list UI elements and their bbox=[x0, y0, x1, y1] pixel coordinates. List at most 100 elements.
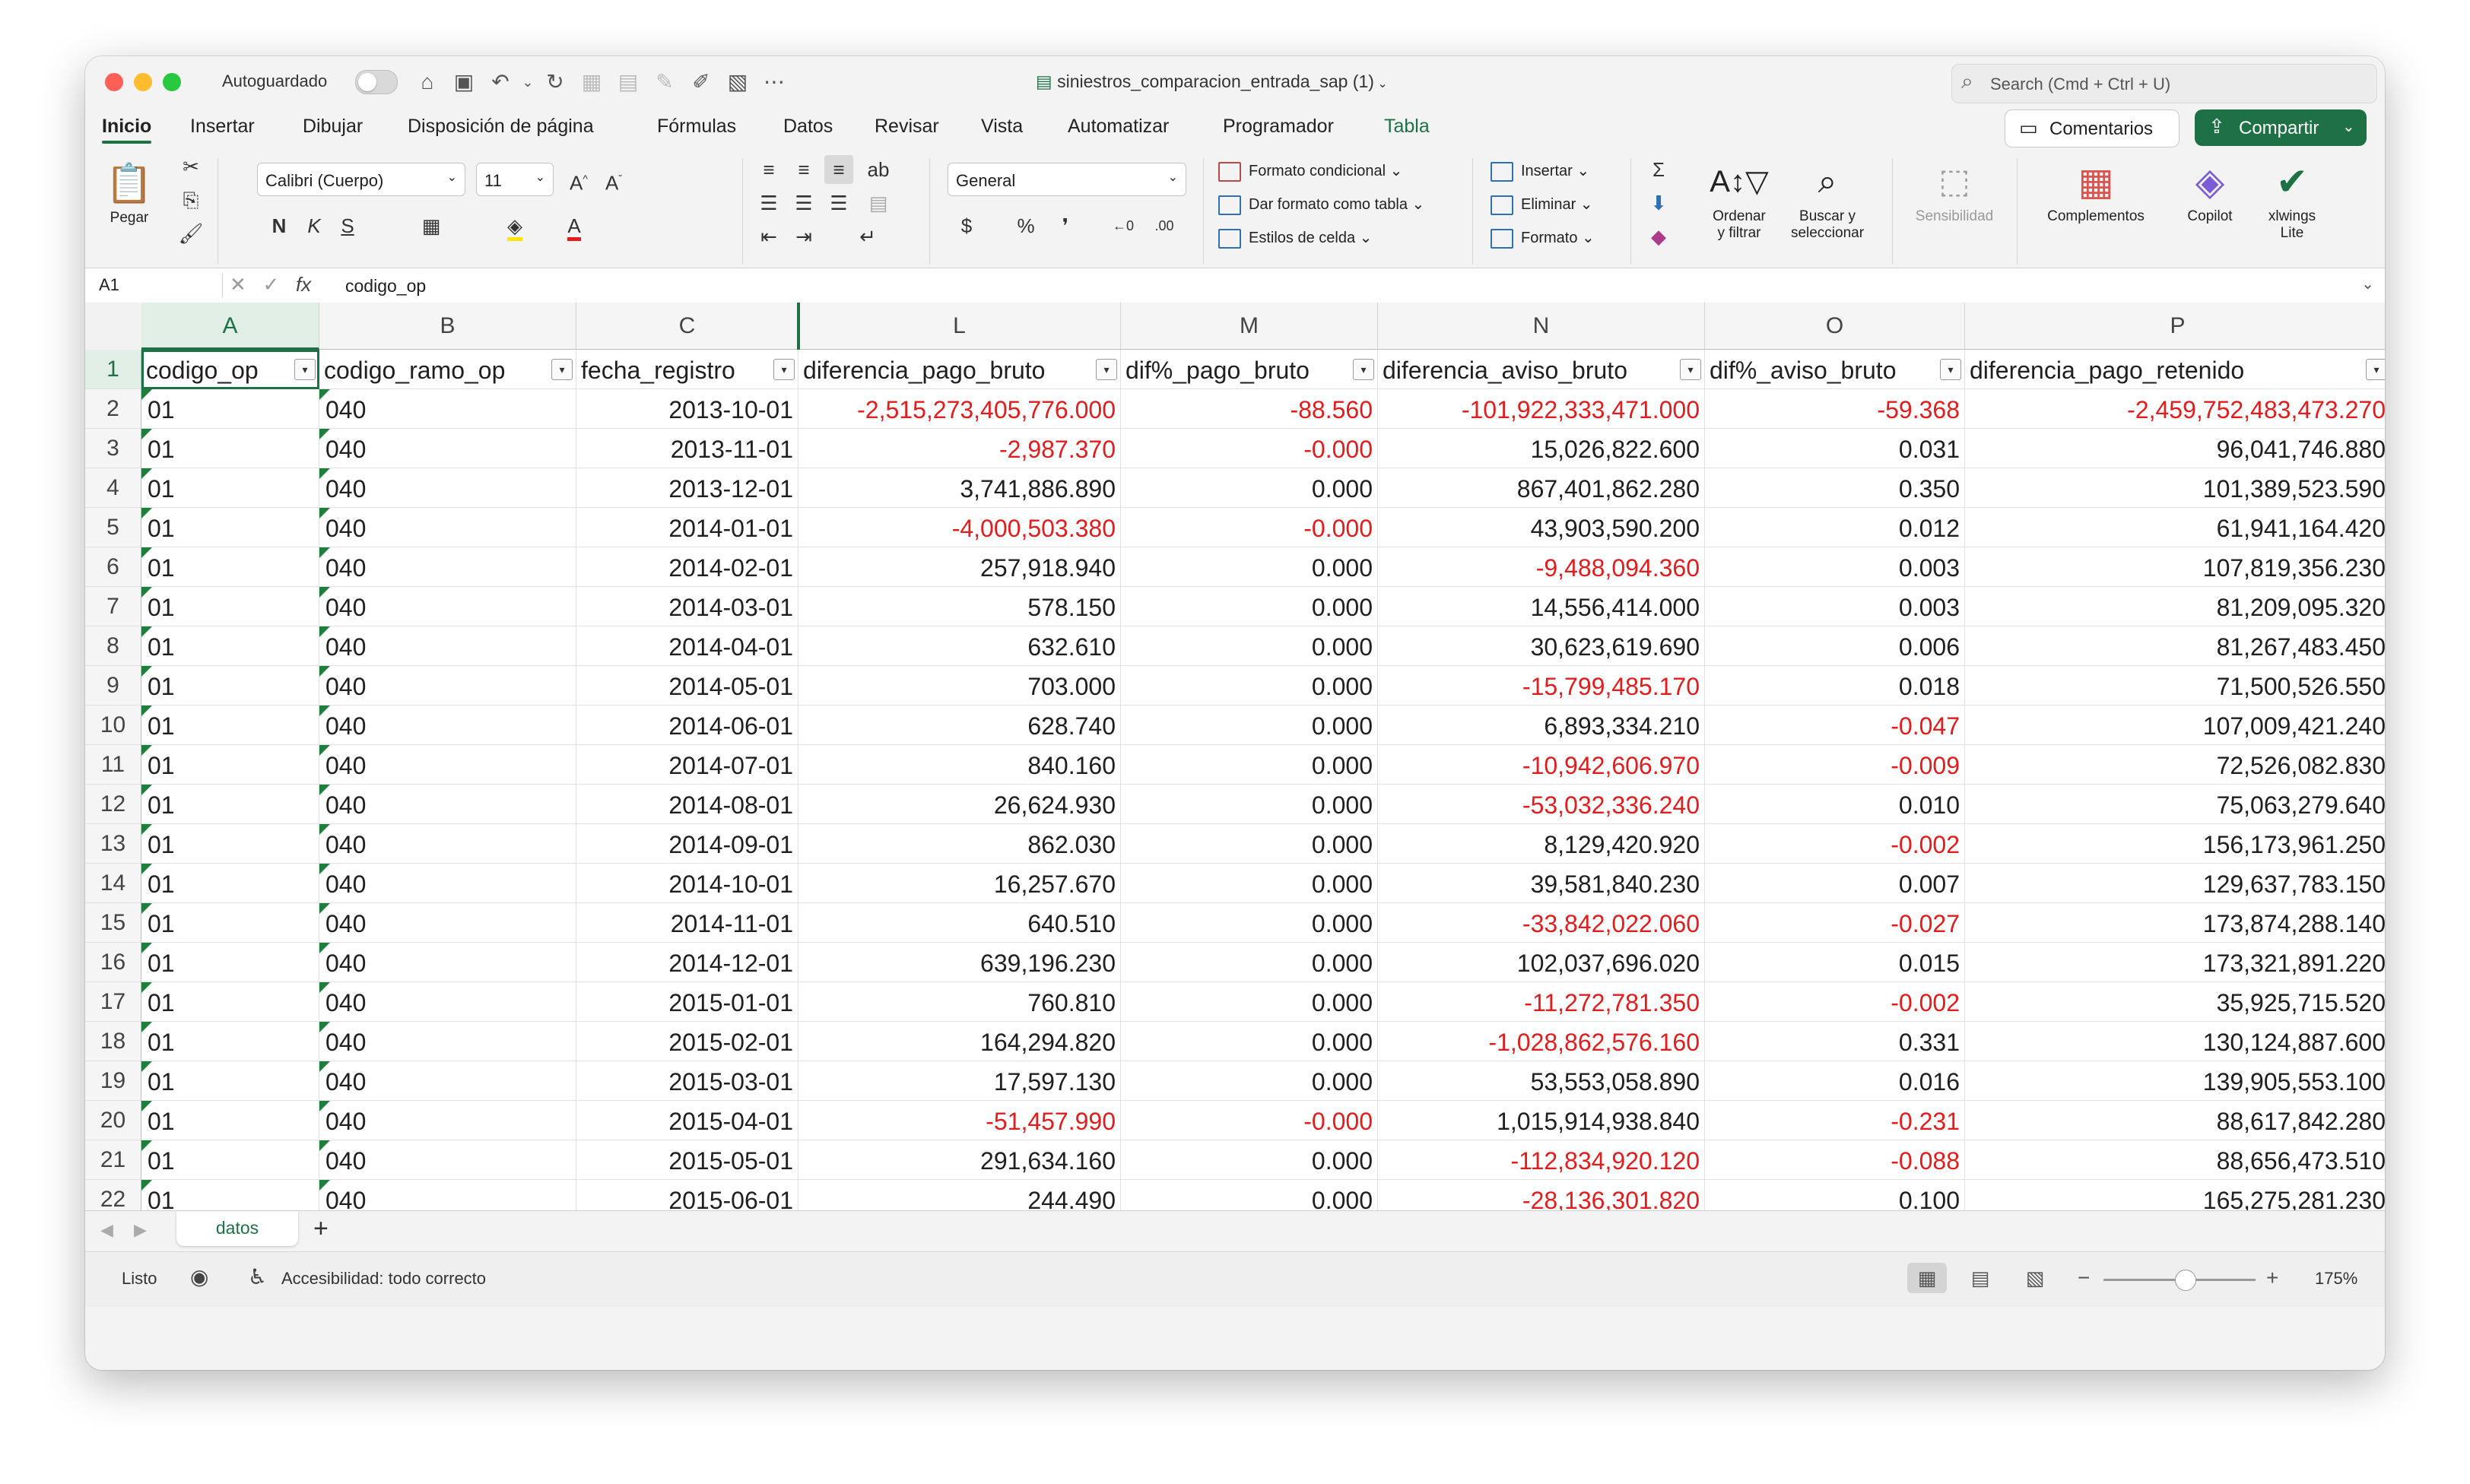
table-cell[interactable]: 129,637,783.150 bbox=[1965, 864, 2385, 903]
table-cell[interactable]: 0.006 bbox=[1705, 626, 1965, 666]
redo-icon[interactable]: ↻ bbox=[540, 67, 570, 97]
number-as-text-indicator-icon[interactable] bbox=[141, 429, 152, 439]
table-cell[interactable]: 71,500,526.550 bbox=[1965, 666, 2385, 706]
table-cell[interactable]: -1,028,862,576.160 bbox=[1378, 1022, 1705, 1061]
table-cell[interactable]: 0.018 bbox=[1705, 666, 1965, 706]
table-cell[interactable]: 040 bbox=[319, 864, 576, 903]
tab-vista[interactable]: Vista bbox=[981, 116, 1023, 138]
row-header[interactable]: 13 bbox=[85, 824, 141, 864]
table-cell[interactable]: -28,136,301.820 bbox=[1378, 1180, 1705, 1210]
number-as-text-indicator-icon[interactable] bbox=[141, 903, 152, 914]
table-cell[interactable]: 0.000 bbox=[1121, 547, 1378, 587]
table-cell[interactable]: 0.000 bbox=[1121, 864, 1378, 903]
table-cell[interactable]: 257,918.940 bbox=[798, 547, 1121, 587]
table-cell[interactable]: 81,267,483.450 bbox=[1965, 626, 2385, 666]
clear-icon[interactable]: ◆ bbox=[1644, 222, 1673, 251]
confirm-icon[interactable]: ✓ bbox=[262, 273, 279, 296]
sort-filter-button[interactable]: A↕▽ Ordenar y filtrar bbox=[1697, 155, 1781, 242]
table-cell[interactable]: 0.100 bbox=[1705, 1180, 1965, 1210]
table-cell[interactable]: 040 bbox=[319, 508, 576, 547]
font-name-select[interactable]: Calibri (Cuerpo) ⌄ bbox=[257, 163, 465, 196]
number-as-text-indicator-icon[interactable] bbox=[141, 706, 152, 716]
number-as-text-indicator-icon[interactable] bbox=[319, 666, 330, 677]
table-cell[interactable]: 156,173,961.250 bbox=[1965, 824, 2385, 864]
column-header-b[interactable]: B bbox=[319, 303, 576, 350]
insert-cells-button[interactable]: Insertar ⌄ bbox=[1491, 161, 1589, 182]
number-as-text-indicator-icon[interactable] bbox=[319, 706, 330, 716]
table-cell[interactable]: 30,623,619.690 bbox=[1378, 626, 1705, 666]
number-as-text-indicator-icon[interactable] bbox=[141, 1022, 152, 1032]
number-as-text-indicator-icon[interactable] bbox=[319, 864, 330, 874]
decrease-font-icon[interactable]: Aˇ bbox=[599, 164, 628, 195]
table-cell[interactable]: 96,041,746.880 bbox=[1965, 429, 2385, 468]
table-cell[interactable]: 2015-06-01 bbox=[576, 1180, 798, 1210]
number-as-text-indicator-icon[interactable] bbox=[319, 1140, 330, 1151]
increase-indent-icon[interactable]: ⇥ bbox=[789, 222, 818, 251]
table-cell[interactable]: 0.000 bbox=[1121, 468, 1378, 508]
number-as-text-indicator-icon[interactable] bbox=[319, 1101, 330, 1111]
table-cell[interactable]: 01 bbox=[141, 468, 319, 508]
table-cell[interactable]: 2014-03-01 bbox=[576, 587, 798, 626]
table-cell[interactable]: -33,842,022.060 bbox=[1378, 903, 1705, 943]
table-cell[interactable]: 640.510 bbox=[798, 903, 1121, 943]
macro-record-icon[interactable]: ◉ bbox=[190, 1264, 208, 1289]
table-cell[interactable]: -0.009 bbox=[1705, 745, 1965, 785]
table-cell[interactable]: 040 bbox=[319, 429, 576, 468]
number-as-text-indicator-icon[interactable] bbox=[141, 1180, 152, 1191]
table-cell[interactable]: 6,893,334.210 bbox=[1378, 706, 1705, 745]
form-icon[interactable]: ✐ bbox=[686, 67, 716, 97]
table-cell[interactable]: 2014-07-01 bbox=[576, 745, 798, 785]
table-cell[interactable]: 040 bbox=[319, 389, 576, 429]
table-cell[interactable]: 2014-12-01 bbox=[576, 943, 798, 982]
zoom-in-icon[interactable]: + bbox=[2266, 1266, 2278, 1290]
table-cell[interactable]: -0.002 bbox=[1705, 982, 1965, 1022]
number-as-text-indicator-icon[interactable] bbox=[319, 508, 330, 518]
decrease-decimal-icon[interactable]: .00 bbox=[1150, 211, 1179, 240]
increase-font-icon[interactable]: A^ bbox=[564, 164, 593, 195]
cancel-icon[interactable]: ✕ bbox=[230, 273, 246, 296]
table-cell[interactable]: 862.030 bbox=[798, 824, 1121, 864]
conditional-format-button[interactable]: Formato condicional ⌄ bbox=[1218, 161, 1402, 182]
share-button[interactable]: ⇪ Compartir ⌄ bbox=[2195, 109, 2367, 146]
table-cell[interactable]: 173,321,891.220 bbox=[1965, 943, 2385, 982]
undo-icon[interactable]: ↶ bbox=[485, 67, 516, 97]
tab-tabla[interactable]: Tabla bbox=[1384, 116, 1430, 138]
table-cell[interactable]: 01 bbox=[141, 824, 319, 864]
table-cell[interactable]: 291,634.160 bbox=[798, 1140, 1121, 1180]
table-cell[interactable]: 8,129,420.920 bbox=[1378, 824, 1705, 864]
table-header-cell[interactable]: fecha_registro ▾ bbox=[576, 350, 798, 389]
table-cell[interactable]: 01 bbox=[141, 508, 319, 547]
table-header-cell[interactable]: diferencia_aviso_bruto ▾ bbox=[1378, 350, 1705, 389]
table-header-cell[interactable]: dif%_pago_bruto ▾ bbox=[1121, 350, 1378, 389]
table-cell[interactable]: 0.000 bbox=[1121, 706, 1378, 745]
row-header[interactable]: 10 bbox=[85, 706, 141, 745]
filter-dropdown-icon[interactable]: ▾ bbox=[1680, 359, 1701, 380]
row-header[interactable]: 17 bbox=[85, 982, 141, 1022]
fill-icon[interactable]: ⬇ bbox=[1644, 189, 1673, 217]
formula-input[interactable]: codigo_op bbox=[345, 276, 426, 296]
table-cell[interactable]: 01 bbox=[141, 1061, 319, 1101]
number-as-text-indicator-icon[interactable] bbox=[141, 587, 152, 598]
number-as-text-indicator-icon[interactable] bbox=[141, 1061, 152, 1072]
number-as-text-indicator-icon[interactable] bbox=[319, 587, 330, 598]
row-header[interactable]: 16 bbox=[85, 943, 141, 982]
table-cell[interactable]: -2,459,752,483,473.270 bbox=[1965, 389, 2385, 429]
table-header-cell[interactable]: dif%_aviso_bruto ▾ bbox=[1705, 350, 1965, 389]
number-as-text-indicator-icon[interactable] bbox=[141, 785, 152, 795]
tab-dibujar[interactable]: Dibujar bbox=[303, 116, 363, 138]
table-cell[interactable]: -0.002 bbox=[1705, 824, 1965, 864]
table-cell[interactable]: -59.368 bbox=[1705, 389, 1965, 429]
save-icon[interactable]: ▣ bbox=[449, 67, 479, 97]
table-cell[interactable]: 0.016 bbox=[1705, 1061, 1965, 1101]
table-cell[interactable]: 61,941,164.420 bbox=[1965, 508, 2385, 547]
comments-button[interactable]: ▭ Comentarios bbox=[2005, 109, 2180, 147]
table-cell[interactable]: 0.331 bbox=[1705, 1022, 1965, 1061]
row-header[interactable]: 21 bbox=[85, 1140, 141, 1180]
zoom-level[interactable]: 175% bbox=[2315, 1269, 2357, 1289]
sensitivity-button[interactable]: ⬚ Sensibilidad bbox=[1901, 155, 2008, 225]
accessibility-icon[interactable]: ♿ bbox=[248, 1264, 267, 1289]
table-cell[interactable]: 040 bbox=[319, 745, 576, 785]
table-cell[interactable]: 01 bbox=[141, 666, 319, 706]
maximize-window-button[interactable] bbox=[163, 73, 181, 91]
table-cell[interactable]: -101,922,333,471.000 bbox=[1378, 389, 1705, 429]
